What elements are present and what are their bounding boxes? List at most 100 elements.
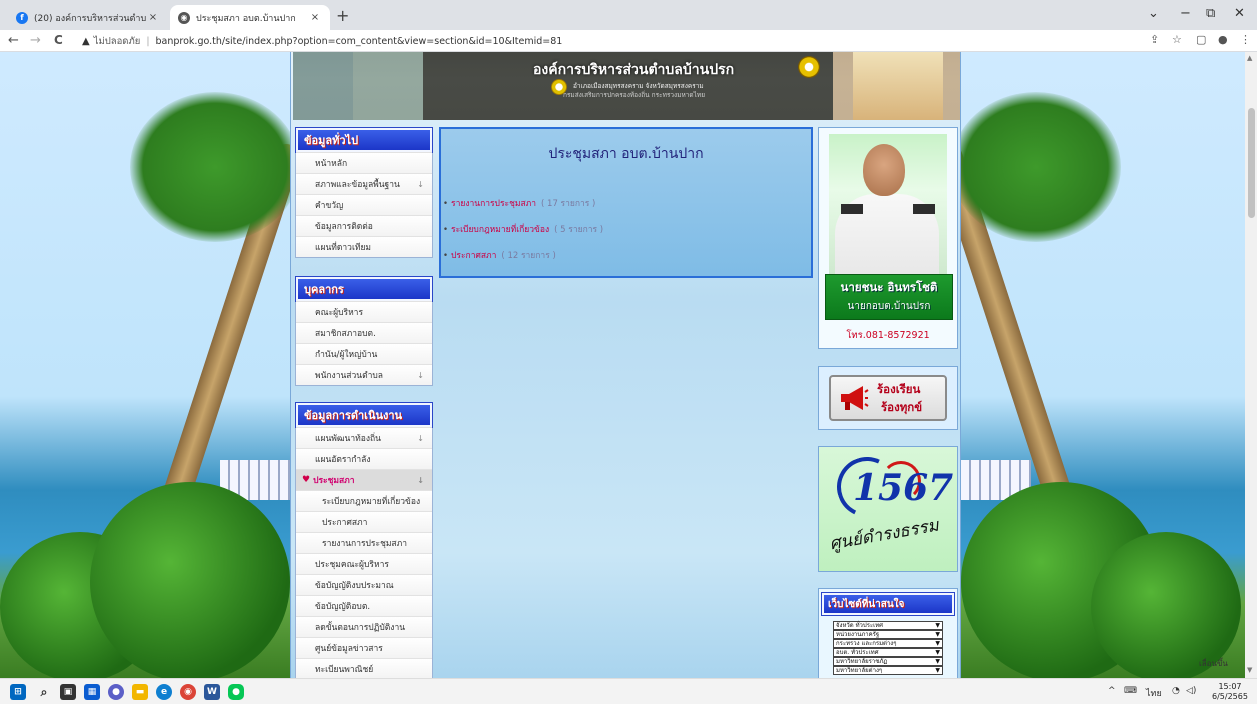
keyboard-icon[interactable]: ⌨	[1124, 686, 1137, 696]
site-favicon-icon: ◉	[178, 11, 190, 24]
url-input[interactable]: ▲ ไม่ปลอดภัย | banprok.go.th/site/index.…	[82, 32, 1182, 50]
wifi-icon[interactable]: ◔	[1172, 686, 1180, 696]
word-icon[interactable]: W	[204, 684, 220, 700]
vertical-scrollbar[interactable]: ▲ ▼	[1245, 52, 1257, 678]
menu-item-village-heads[interactable]: กำนัน/ผู้ใหญ่บ้าน	[296, 343, 432, 364]
security-label: ไม่ปลอดภัย	[93, 35, 141, 47]
menu-item-budget-ordinance[interactable]: ข้อบัญญัติงบประมาณ	[296, 574, 432, 595]
bullet-icon: •	[443, 251, 449, 261]
scroll-down-icon[interactable]: ▼	[1247, 666, 1252, 674]
palm-fronds	[951, 92, 1121, 242]
volume-icon[interactable]: ◁)	[1186, 686, 1196, 696]
search-icon[interactable]: ⌕	[36, 684, 52, 700]
menu-item-contact[interactable]: ข้อมูลการติดต่อ	[296, 215, 432, 236]
minimize-button[interactable]: −	[1180, 6, 1191, 21]
forward-button[interactable]: →	[30, 33, 41, 48]
menu-item-ordinance[interactable]: ข้อบัญญัติอบต.	[296, 595, 432, 616]
system-clock[interactable]: 15:07 6/5/2565	[1212, 682, 1248, 702]
complaint-banner[interactable]: ร้องเรียน ร้องทุกข์	[818, 366, 958, 430]
tab-search-icon[interactable]: ⌄	[1148, 6, 1159, 21]
menu-item-motto[interactable]: คำขวัญ	[296, 194, 432, 215]
menu-item-label: แผนที่ดาวเทียม	[315, 243, 372, 253]
profile-icon[interactable]: ●	[1218, 33, 1228, 46]
category-link-meeting-reports[interactable]: • รายงานการประชุมสภา ( 17 รายการ )	[443, 196, 595, 210]
scroll-up-icon[interactable]: ▲	[1247, 54, 1252, 62]
epaulette	[913, 204, 935, 214]
share-icon[interactable]: ⇪	[1150, 33, 1159, 46]
tab-close-icon[interactable]: ×	[146, 12, 160, 23]
teams-icon[interactable]: ●	[108, 684, 124, 700]
tab-facebook[interactable]: f (20) องค์การบริหารส่วนตำบลบ้านปรก ×	[8, 5, 168, 30]
complaint-text: ร้องทุกข์	[881, 400, 923, 414]
sidebar-icon[interactable]: ▢	[1196, 33, 1206, 46]
menu-item-label: ศูนย์ข้อมูลข่าวสาร	[315, 644, 383, 654]
task-view-icon[interactable]: ▣	[60, 684, 76, 700]
menu-icon[interactable]: ⋮	[1240, 33, 1251, 46]
menu-item-exec-meeting[interactable]: ประชุมคณะผู้บริหาร	[296, 553, 432, 574]
damrongdham-center-banner[interactable]: 1567 ศูนย์ดำรงธรรม	[818, 446, 958, 572]
menu-item-commerce-registry[interactable]: ทะเบียนพาณิชย์	[296, 658, 432, 678]
site-banner: องค์การบริหารส่วนตำบลบ้านปรก อำเภอเมืองส…	[293, 52, 960, 120]
main-content-panel: ประชุมสภา อบต.บ้านปาก • รายงานการประชุมสภ…	[439, 127, 813, 278]
reload-button[interactable]: C	[54, 33, 63, 47]
widgets-icon[interactable]: ▦	[84, 684, 100, 700]
menu-heading: ข้อมูลการดำเนินงาน	[295, 402, 433, 428]
submenu-item-announcements[interactable]: ประกาศสภา	[296, 511, 432, 532]
mayor-photo	[829, 134, 947, 274]
category-link-regulations[interactable]: • ระเบียบกฎหมายที่เกี่ยวข้อง ( 5 รายการ )	[443, 222, 603, 236]
mayor-position: นายกอบต.บ้านปรก	[847, 301, 931, 312]
megaphone-icon	[841, 386, 869, 410]
edge-icon[interactable]: e	[156, 684, 172, 700]
menu-item-label: ลดขั้นตอนการปฏิบัติงาน	[315, 623, 406, 633]
scroll-up-link[interactable]: เลื่อนขึ้น	[1199, 657, 1228, 670]
category-link-announcements[interactable]: • ประกาศสภา ( 12 รายการ )	[443, 248, 556, 262]
menu-item-executives[interactable]: คณะผู้บริหาร	[296, 301, 432, 322]
chrome-icon[interactable]: ◉	[180, 684, 196, 700]
file-explorer-icon[interactable]: ▬	[132, 684, 148, 700]
menu-item-reduce-steps[interactable]: ลดขั้นตอนการปฏิบัติงาน	[296, 616, 432, 637]
mayor-phone: โทร.081-8572921	[846, 330, 930, 341]
menu-item-label: แผนพัฒนาท้องถิ่น	[315, 434, 381, 444]
menu-heading: ข้อมูลทั่วไป	[295, 127, 433, 153]
site-select[interactable]: กระทรวง และกรมต่างๆ ▼	[833, 639, 943, 648]
select-value: อบต. ทั่วประเทศ	[836, 649, 879, 656]
menu-item-staff[interactable]: พนักงานส่วนตำบล ↓	[296, 364, 432, 385]
epaulette	[841, 204, 863, 214]
menu-item-manpower-plan[interactable]: แผนอัตรากำลัง	[296, 448, 432, 469]
submenu-item-meeting-reports[interactable]: รายงานการประชุมสภา	[296, 532, 432, 553]
menu-item-label: ประชุมคณะผู้บริหาร	[315, 560, 389, 570]
menu-item-council-members[interactable]: สมาชิกสภาอบต.	[296, 322, 432, 343]
menu-item-satellite-map[interactable]: แผนที่ดาวเทียม	[296, 236, 432, 257]
site-select[interactable]: จังหวัด ทั่วประเทศ ▼	[833, 621, 943, 630]
line-icon[interactable]: ●	[228, 684, 244, 700]
mayor-card: นายชนะ อินทรโชติ นายกอบต.บ้านปรก โทร.081…	[818, 127, 958, 349]
close-window-button[interactable]: ✕	[1234, 6, 1245, 21]
complaint-button[interactable]: ร้องเรียน ร้องทุกข์	[829, 375, 947, 421]
mayor-nameplate: นายชนะ อินทรโชติ นายกอบต.บ้านปรก	[825, 274, 953, 320]
site-select[interactable]: อบต. ทั่วประเทศ ▼	[833, 648, 943, 657]
star-icon[interactable]: ☆	[1172, 33, 1182, 46]
new-tab-button[interactable]: +	[336, 6, 349, 25]
tab-close-icon[interactable]: ×	[308, 12, 322, 23]
menu-item-label: ประกาศสภา	[322, 518, 368, 528]
menu-item-label: ระเบียบกฎหมายที่เกี่ยวข้อง	[322, 497, 421, 507]
back-button[interactable]: ←	[8, 33, 19, 48]
site-select[interactable]: มหาวิทยาลัยราชภัฏ ▼	[833, 657, 943, 666]
menu-item-council-meeting[interactable]: ♥ ประชุมสภา ↓	[296, 469, 432, 490]
menu-item-home[interactable]: หน้าหลัก	[296, 152, 432, 173]
language-indicator[interactable]: ไทย	[1146, 686, 1162, 700]
menu-item-basic-info[interactable]: สภาพและข้อมูลพื้นฐาน ↓	[296, 173, 432, 194]
menu-item-info-center[interactable]: ศูนย์ข้อมูลข่าวสาร	[296, 637, 432, 658]
site-select[interactable]: มหาวิทยาลัยต่างๆ ▼	[833, 666, 943, 675]
menu-item-label: แผนอัตรากำลัง	[315, 455, 371, 465]
submenu-item-regulations[interactable]: ระเบียบกฎหมายที่เกี่ยวข้อง	[296, 490, 432, 511]
menu-item-dev-plan[interactable]: แผนพัฒนาท้องถิ่น ↓	[296, 427, 432, 448]
tab-current[interactable]: ◉ ประชุมสภา อบต.บ้านปาก ×	[170, 5, 330, 30]
site-select[interactable]: หน่วยงานภาครัฐ ▼	[833, 630, 943, 639]
maximize-button[interactable]: ⧉	[1206, 6, 1215, 21]
hotline-number: 1567	[853, 467, 954, 509]
scrollbar-thumb[interactable]	[1248, 108, 1255, 218]
chevron-up-icon[interactable]: ^	[1108, 686, 1116, 696]
windows-start-icon[interactable]: ⊞	[10, 684, 26, 700]
arrow-down-icon: ↓	[417, 179, 424, 189]
